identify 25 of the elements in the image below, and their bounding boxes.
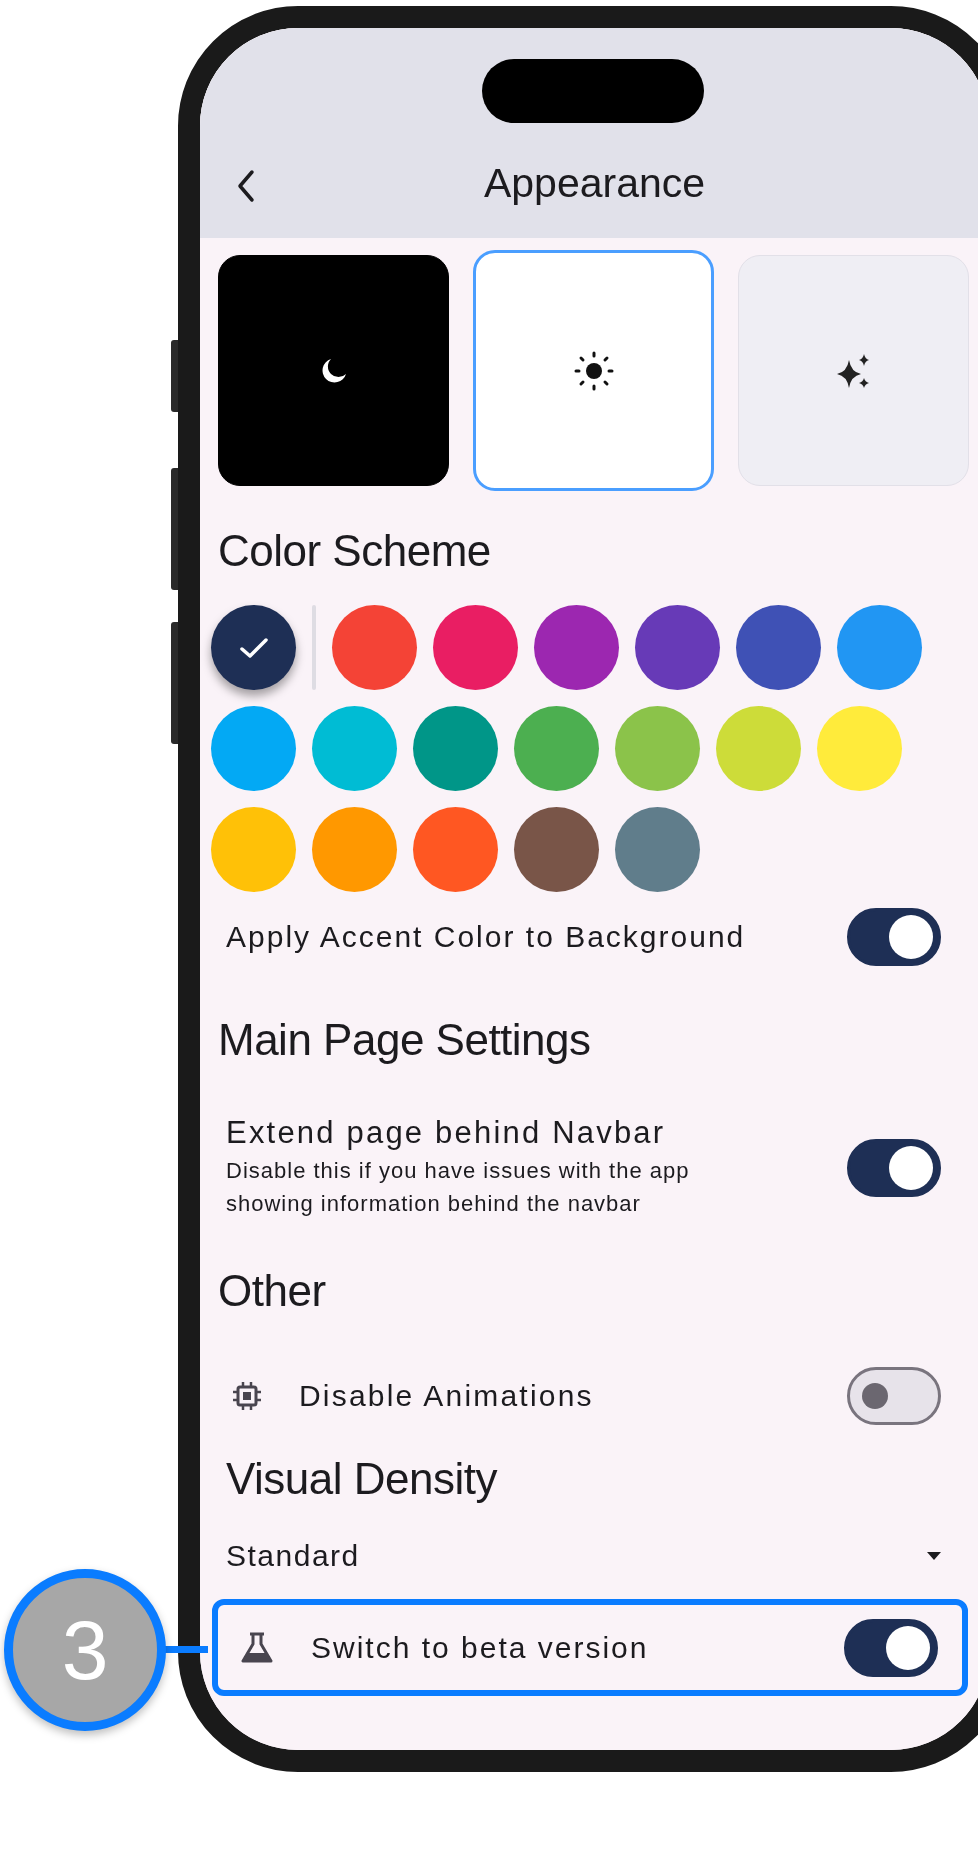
setting-label: Disable Animations [299, 1379, 595, 1413]
section-heading: Visual Density [226, 1455, 499, 1503]
setting-label: Apply Accent Color to Background [226, 920, 746, 954]
theme-tile[interactable] [218, 255, 449, 486]
sun-icon [573, 350, 614, 391]
density-dropdown[interactable]: Standard [226, 1539, 941, 1573]
setting-description: Disable this if you have issues with the app showing information behind the navbar [226, 1157, 691, 1218]
chip-icon [232, 1381, 262, 1411]
toggle-switch[interactable] [847, 908, 941, 966]
checkmark-icon [238, 635, 269, 660]
toggle-switch[interactable] [844, 1618, 938, 1677]
section-heading: Color Scheme [218, 527, 492, 575]
back-icon[interactable] [237, 169, 255, 203]
callout-number: 3 [4, 1569, 166, 1731]
section-heading: Main Page Settings [218, 1016, 592, 1064]
screen-title: Appearance [483, 160, 706, 206]
toggle-switch[interactable] [847, 1367, 941, 1425]
setting-label: Switch to beta version [311, 1630, 650, 1665]
caret-icon [927, 1552, 941, 1560]
flask-icon [240, 1631, 274, 1664]
theme-tile[interactable] [473, 250, 714, 491]
setting-label: Extend page behind Navbar [226, 1116, 667, 1150]
section-heading: Other [218, 1267, 327, 1315]
color-swatch[interactable] [211, 605, 296, 690]
toggle-switch[interactable] [847, 1139, 941, 1197]
